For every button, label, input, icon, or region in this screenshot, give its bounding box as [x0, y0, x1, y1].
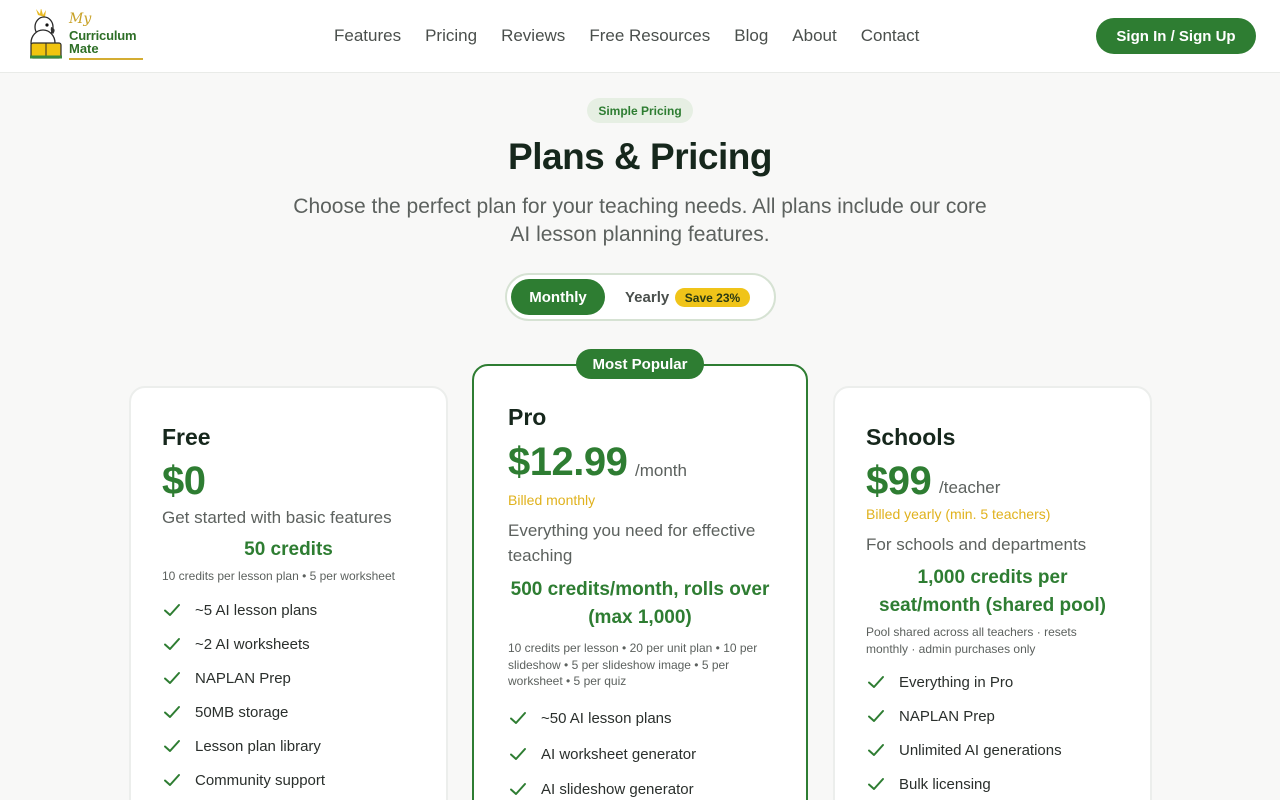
save-badge: Save 23% — [675, 288, 750, 307]
nav-free-resources[interactable]: Free Resources — [589, 26, 710, 46]
plan-name: Schools — [866, 424, 956, 450]
feature-label: AI worksheet generator — [541, 745, 697, 763]
plan-billing-note: Billed yearly (min. 5 teachers) — [866, 506, 1051, 522]
nav-contact[interactable]: Contact — [861, 26, 920, 46]
plan-billing-note: Billed monthly — [508, 492, 596, 508]
check-icon — [510, 748, 526, 760]
feature-label: ~5 AI lesson plans — [195, 601, 318, 619]
plan-credits: 1,000 credits per seat/month (shared poo… — [879, 567, 1106, 616]
feature-label: Community support — [195, 771, 326, 789]
feature-item: Unlimited AI generations — [866, 740, 1062, 760]
feature-item: ~5 AI lesson plans — [162, 600, 317, 620]
logo-mate-text: Mate — [69, 41, 99, 56]
feature-item: 50MB storage — [162, 702, 288, 722]
feature-label: ~50 AI lesson plans — [541, 709, 672, 727]
plan-credits-note: Pool shared across all teachers · resets… — [866, 625, 1077, 656]
feature-item: ~2 AI worksheets — [162, 634, 310, 654]
check-icon — [164, 706, 180, 718]
logo-my-text: My — [69, 11, 92, 27]
cockatoo-logo-icon — [30, 9, 62, 59]
feature-item: NAPLAN Prep — [866, 706, 995, 726]
billing-toggle: Monthly Yearly Save 23% — [505, 273, 776, 321]
feature-label: Lesson plan library — [195, 737, 321, 755]
nav-reviews[interactable]: Reviews — [501, 26, 565, 46]
simple-pricing-badge: Simple Pricing — [587, 98, 693, 123]
feature-label: NAPLAN Prep — [195, 669, 291, 687]
brand-logo[interactable]: My Curriculum Mate — [26, 9, 150, 63]
check-icon — [164, 774, 180, 786]
sign-in-button[interactable]: Sign In / Sign Up — [1096, 18, 1256, 54]
plan-description: Everything you need for effective teachi… — [508, 521, 756, 565]
nav-blog[interactable]: Blog — [734, 26, 768, 46]
plan-description: For schools and departments — [866, 535, 1087, 554]
feature-item: AI worksheet generator — [508, 744, 696, 764]
check-icon — [868, 744, 884, 756]
feature-item: Lesson plan library — [162, 736, 321, 756]
feature-label: NAPLAN Prep — [899, 707, 995, 725]
plan-credits: 50 credits — [244, 539, 333, 560]
plan-card-free: Free $0 Get started with basic features … — [129, 386, 448, 800]
feature-item: Community support — [162, 770, 325, 790]
feature-item: ~50 AI lesson plans — [508, 708, 672, 728]
nav-pricing[interactable]: Pricing — [425, 26, 477, 46]
feature-label: ~2 AI worksheets — [195, 635, 310, 653]
feature-label: AI slideshow generator — [541, 780, 694, 798]
plan-name: Free — [162, 424, 211, 450]
feature-item: Everything in Pro — [866, 672, 1013, 692]
page-subtitle: Choose the perfect plan for your teachin… — [293, 195, 987, 246]
check-icon — [164, 672, 180, 684]
feature-label: Everything in Pro — [899, 673, 1014, 691]
check-icon — [164, 604, 180, 616]
page-title: Plans & Pricing — [508, 136, 772, 177]
plan-price: $99 — [866, 459, 932, 503]
plan-period: /month — [635, 461, 687, 480]
check-icon — [510, 783, 526, 795]
check-icon — [164, 638, 180, 650]
plan-card-schools: Schools $99 /teacher Billed yearly (min.… — [833, 386, 1152, 800]
plan-price: $12.99 — [508, 440, 628, 484]
yearly-toggle-option[interactable]: Yearly — [625, 289, 669, 306]
check-icon — [868, 710, 884, 722]
feature-item: AI slideshow generator — [508, 779, 694, 799]
main-nav: Features Pricing Reviews Free Resources … — [334, 26, 919, 46]
plan-name: Pro — [508, 404, 547, 430]
check-icon — [510, 712, 526, 724]
plan-credits: 500 credits/month, rolls over (max 1,000… — [510, 579, 770, 628]
plan-card-pro: Pro $12.99 /month Billed monthly Everyth… — [472, 364, 808, 800]
check-icon — [164, 740, 180, 752]
nav-features[interactable]: Features — [334, 26, 401, 46]
monthly-toggle-option[interactable]: Monthly — [511, 279, 605, 315]
check-icon — [868, 778, 884, 790]
feature-label: 50MB storage — [195, 703, 289, 721]
logo-underline — [69, 58, 143, 60]
site-header: My Curriculum Mate Features Pricing Revi… — [0, 0, 1280, 73]
feature-label: Unlimited AI generations — [899, 741, 1062, 759]
plan-credits-note: 10 credits per lesson • 20 per unit plan… — [508, 641, 758, 688]
plan-description: Get started with basic features — [162, 508, 392, 527]
feature-label: Bulk licensing — [899, 775, 991, 793]
feature-item: NAPLAN Prep — [162, 668, 291, 688]
plan-period: /teacher — [939, 478, 1001, 497]
feature-item: Bulk licensing — [866, 774, 991, 794]
check-icon — [868, 676, 884, 688]
most-popular-badge: Most Popular — [576, 349, 704, 379]
nav-about[interactable]: About — [792, 26, 836, 46]
plan-price: $0 — [162, 459, 206, 503]
plan-credits-note: 10 credits per lesson plan • 5 per works… — [162, 569, 395, 583]
